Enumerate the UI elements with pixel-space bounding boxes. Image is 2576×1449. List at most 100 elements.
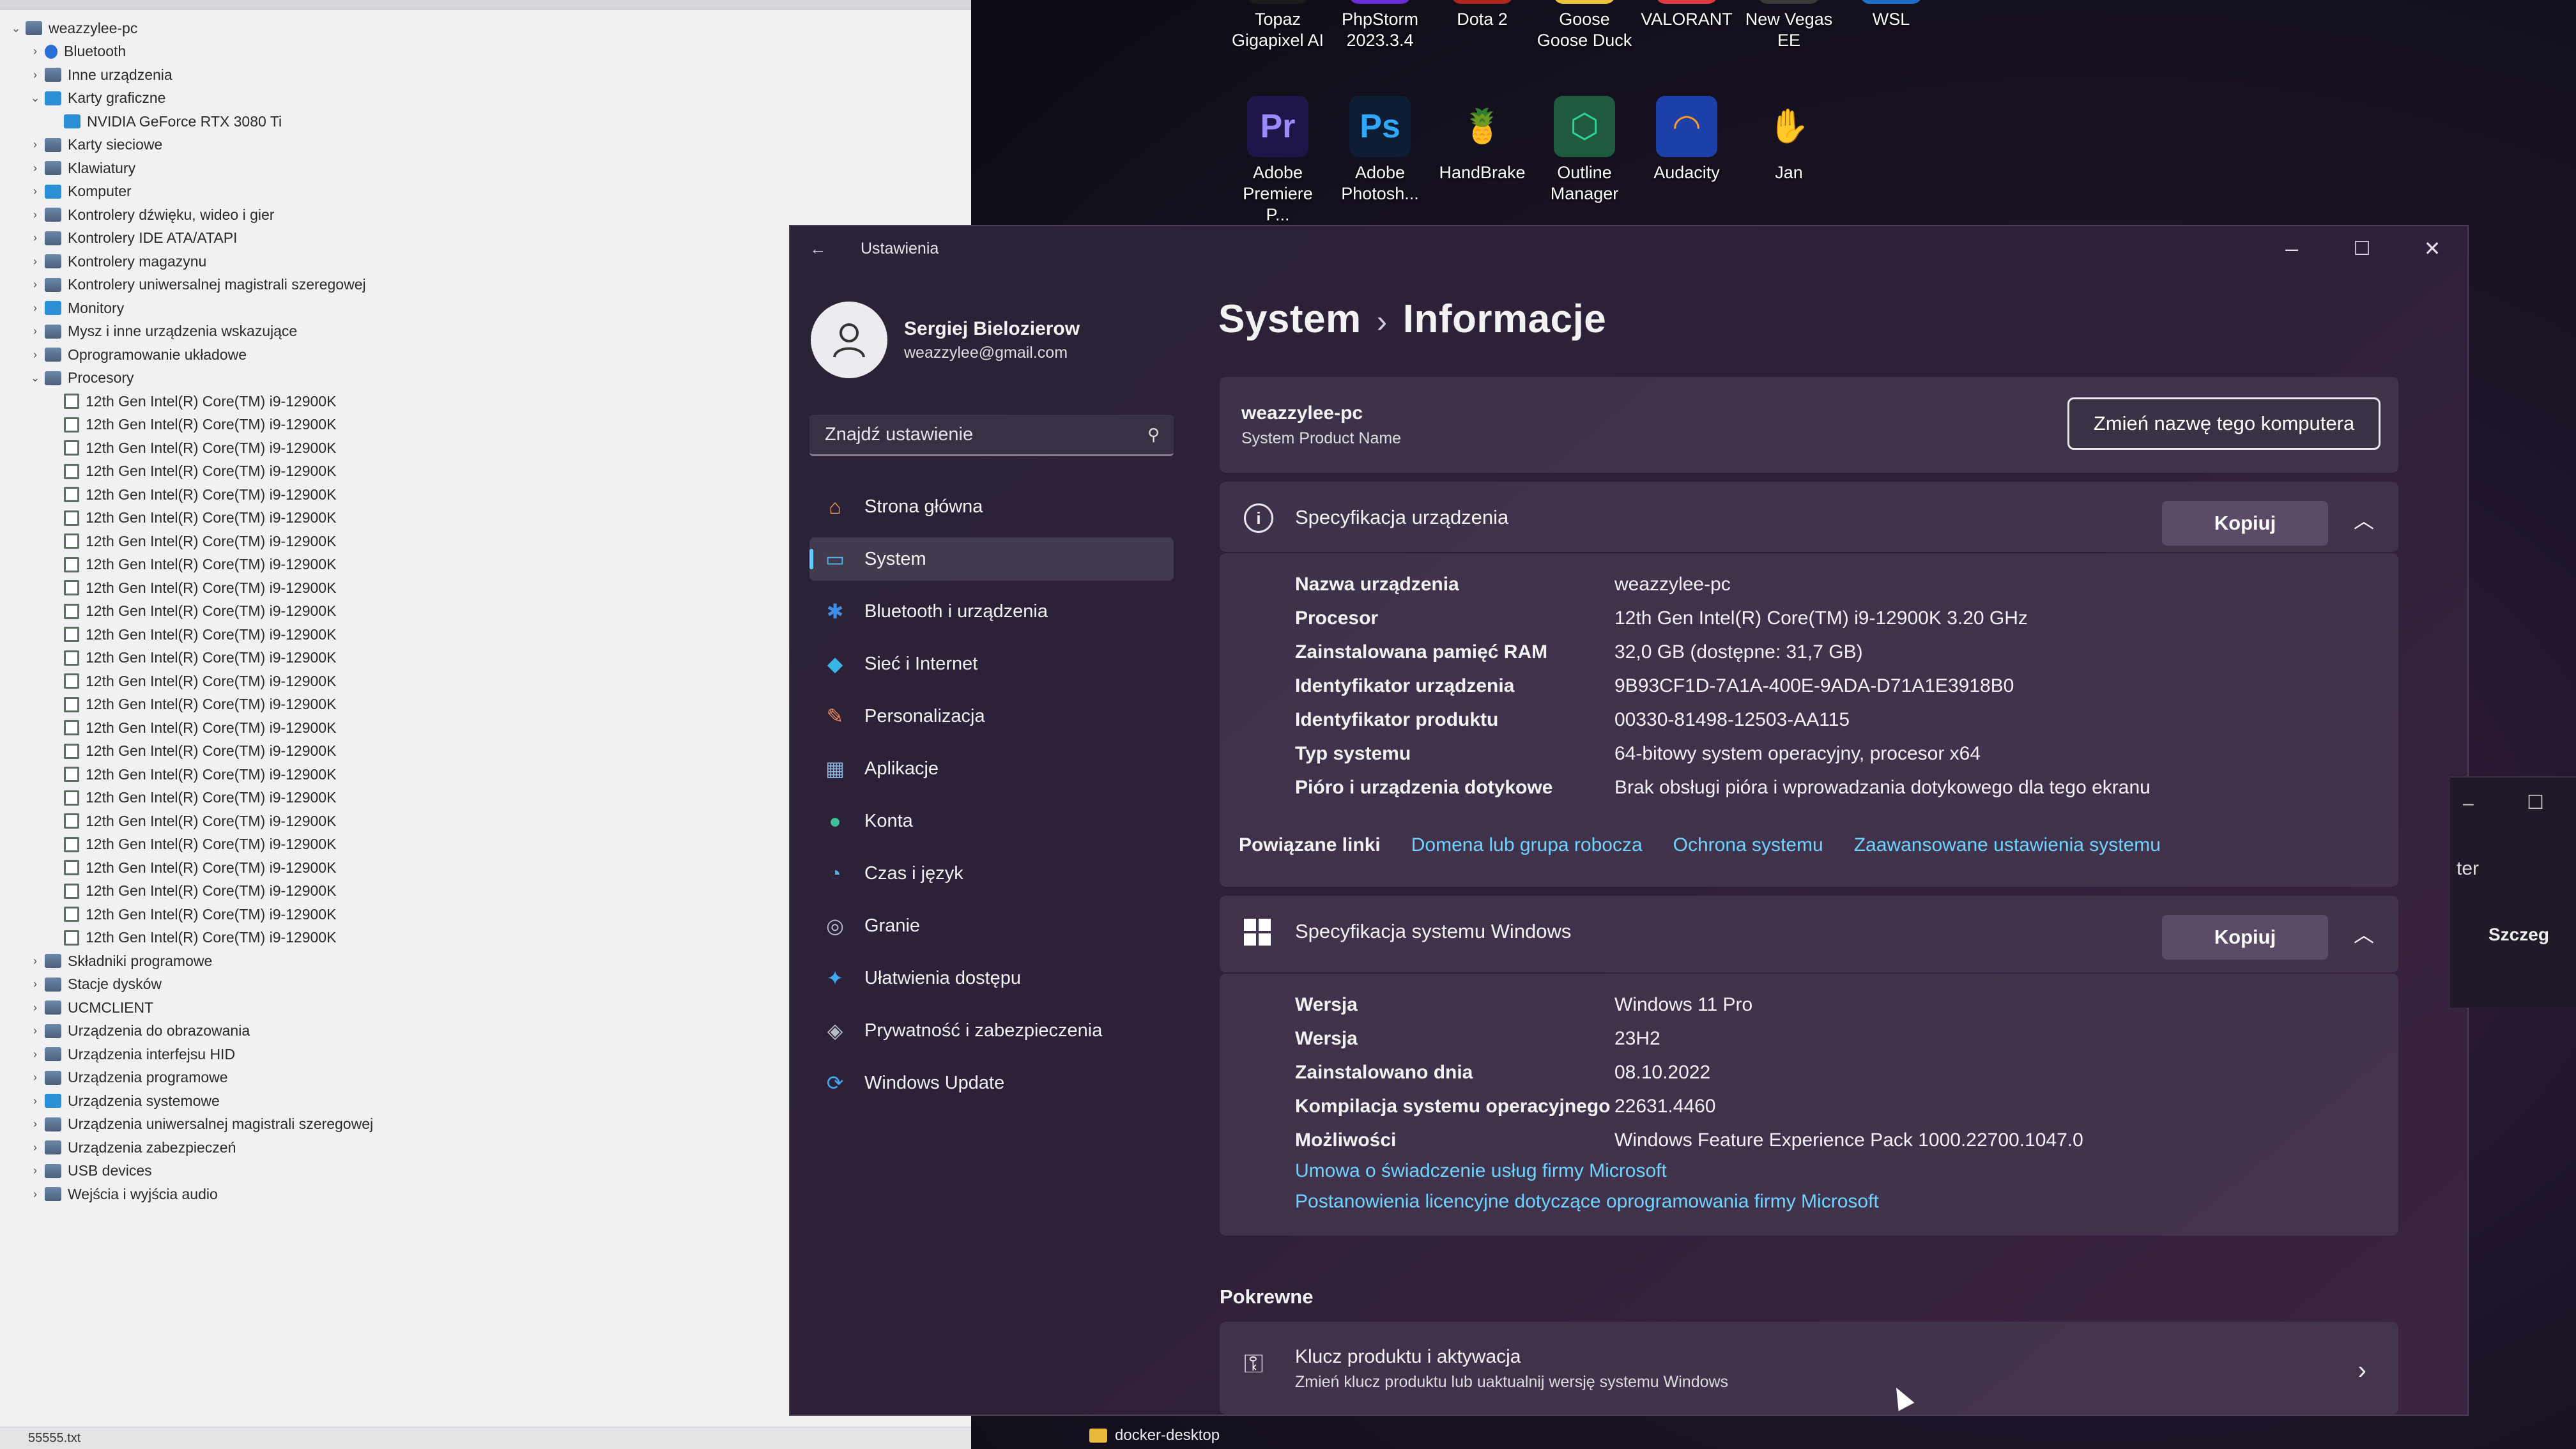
tree-node[interactable]: › Karty sieciowe [6,134,971,157]
spec-key: Zainstalowana pamięć RAM [1295,641,1548,663]
maximize-button[interactable]: ☐ [2327,226,2397,271]
desktop-icon[interactable]: PS PhpStorm 2023.3.4 [1332,0,1428,51]
back-arrow-icon[interactable]: ← [809,239,835,259]
tree-node[interactable]: › Bluetooth [6,40,971,64]
tree-node[interactable]: › Kontrolery dźwięku, wideo i gier [6,203,971,227]
link-domain-workgroup[interactable]: Domena lub grupa robocza [1411,834,1643,856]
related-links: Powiązane linki Domena lub grupa robocza… [1239,834,2191,856]
link-advanced-system-settings[interactable]: Zaawansowane ustawienia systemu [1854,834,2161,856]
copy-windows-spec-button[interactable]: Kopiuj [2162,915,2328,960]
avatar[interactable] [811,302,887,378]
tree-node[interactable]: › Inne urządzenia [6,63,971,87]
chevron-right-icon[interactable]: › [26,1024,45,1038]
chevron-right-icon[interactable]: › [26,68,45,82]
maximize-icon[interactable]: ☐ [2527,792,2544,814]
chevron-right-icon[interactable]: › [2358,1356,2366,1385]
user-profile[interactable]: Sergiej Bielozierow weazzylee@gmail.com [811,302,1080,378]
desktop-icon[interactable]: 🍍 HandBrake [1434,96,1530,183]
sidebar-item[interactable]: ▭ System [809,537,1174,581]
device-spec-header[interactable]: i Specyfikacja urządzenia Kopiuj ︿ [1220,482,2398,552]
breadcrumb-parent[interactable]: System [1218,297,1361,341]
tree-node[interactable]: ⌄ Karty graficzne [6,87,971,111]
sidebar-item[interactable]: ◔ Czas i język [809,852,1174,895]
desktop-icon[interactable]: ◆ Dota 2 [1434,0,1530,30]
desktop-icon[interactable]: ◠ Audacity [1639,96,1735,183]
tree-node[interactable]: › Komputer [6,180,971,204]
chevron-right-icon[interactable]: › [26,325,45,338]
link-microsoft-license-terms[interactable]: Postanowienia licencyjne dotyczące oprog… [1295,1191,1879,1213]
chevron-right-icon[interactable]: › [26,231,45,245]
dev-device-icon [45,161,61,176]
sidebar-item[interactable]: ◆ Sieć i Internet [809,642,1174,686]
chevron-right-icon[interactable]: › [26,278,45,291]
desktop-icon[interactable]: Ps Adobe Photosh... [1332,96,1428,204]
link-system-protection[interactable]: Ochrona systemu [1673,834,1823,856]
sidebar-item[interactable]: ✱ Bluetooth i urządzenia [809,590,1174,633]
sidebar-item-label: Ułatwienia dostępu [864,967,1022,988]
tree-node-label: 12th Gen Intel(R) Core(TM) i9-12900K [86,392,337,410]
chevron-right-icon[interactable]: › [26,1117,45,1131]
sidebar-item[interactable]: ◈ Prywatność i zabezpieczenia [809,1009,1174,1052]
product-key-card[interactable]: ⚿ Klucz produktu i aktywacja Zmień klucz… [1220,1322,2398,1414]
chevron-down-icon[interactable]: ⌄ [6,22,26,35]
chevron-right-icon[interactable]: › [26,255,45,268]
chevron-right-icon[interactable]: › [26,1164,45,1177]
search-icon[interactable]: ⚲ [1147,425,1160,445]
sidebar-item[interactable]: ◎ Granie [809,904,1174,947]
tree-node[interactable]: NVIDIA GeForce RTX 3080 Ti [6,110,971,134]
close-button[interactable]: ✕ [2397,226,2467,271]
product-key-title: Klucz produktu i aktywacja [1295,1346,1521,1367]
desktop-icon[interactable]: Pr Adobe Premiere P... [1230,96,1326,226]
sidebar-item[interactable]: ⟳ Windows Update [809,1061,1174,1105]
chevron-right-icon[interactable]: › [26,954,45,968]
app-icon: Ps [1349,96,1411,157]
chevron-right-icon[interactable]: › [26,302,45,315]
chevron-down-icon[interactable]: ⌄ [26,371,45,385]
chevron-right-icon[interactable]: › [26,1094,45,1108]
chevron-right-icon[interactable]: › [26,1001,45,1015]
taskbar-item-docker[interactable]: docker-desktop [1089,1422,1220,1449]
chevron-up-icon[interactable]: ︿ [2354,505,2374,534]
search-input[interactable]: Znajdź ustawienie ⚲ [809,415,1174,456]
chevron-down-icon[interactable]: ⌄ [26,91,45,105]
chevron-right-icon[interactable]: › [26,1188,45,1201]
spec-value: 23H2 [1614,1027,1660,1049]
sidebar-item[interactable]: ✎ Personalizacja [809,694,1174,738]
chevron-right-icon[interactable]: › [26,138,45,151]
sidebar-item[interactable]: ✦ Ułatwienia dostępu [809,956,1174,1000]
desktop-icon[interactable]: ✋ Jan [1741,96,1837,183]
app-icon: ⬡ [1554,96,1615,157]
chevron-up-icon[interactable]: ︿ [2354,919,2374,948]
sidebar-item[interactable]: ▦ Aplikacje [809,747,1174,790]
tree-node-label: 12th Gen Intel(R) Core(TM) i9-12900K [86,463,337,480]
cpu-device-icon [64,440,79,456]
chevron-right-icon[interactable]: › [26,1141,45,1154]
minimize-button[interactable]: – [2257,226,2327,271]
desktop-icon[interactable]: ▲ WSL [1843,0,1939,30]
desktop-icon[interactable]: ☢ New Vegas EE [1741,0,1837,51]
tree-node-label: 12th Gen Intel(R) Core(TM) i9-12900K [86,812,337,829]
sidebar-item[interactable]: ● Konta [809,799,1174,843]
rename-pc-button[interactable]: Zmień nazwę tego komputera [2067,397,2380,450]
cpu-device-icon [64,673,79,689]
chevron-right-icon[interactable]: › [26,977,45,991]
chevron-right-icon[interactable]: › [26,162,45,175]
desktop-icon[interactable]: ⬡ Outline Manager [1537,96,1632,204]
chevron-right-icon[interactable]: › [26,1071,45,1084]
tree-node[interactable]: ⌄ weazzylee-pc [6,17,971,40]
chevron-right-icon[interactable]: › [26,185,45,198]
chevron-right-icon[interactable]: › [26,208,45,222]
copy-device-spec-button[interactable]: Kopiuj [2162,501,2328,546]
chevron-right-icon[interactable]: › [26,45,45,58]
minimize-icon[interactable]: – [2463,793,2474,815]
tree-node[interactable]: › Klawiatury [6,157,971,180]
windows-spec-header[interactable]: Specyfikacja systemu Windows Kopiuj ︿ [1220,896,2398,972]
chevron-right-icon[interactable]: › [26,1048,45,1061]
desktop-icon[interactable]: V VALORANT [1639,0,1735,30]
chevron-right-icon[interactable]: › [26,348,45,362]
desktop-icon[interactable]: ◉ Topaz Gigapixel AI [1230,0,1326,51]
sidebar-item[interactable]: ⌂ Strona główna [809,485,1174,528]
desktop-icon[interactable]: ◒ Goose Goose Duck [1537,0,1632,51]
link-microsoft-services-agreement[interactable]: Umowa o świadczenie usług firmy Microsof… [1295,1160,1667,1182]
details-toggle[interactable]: Szczeg [2488,924,2549,945]
